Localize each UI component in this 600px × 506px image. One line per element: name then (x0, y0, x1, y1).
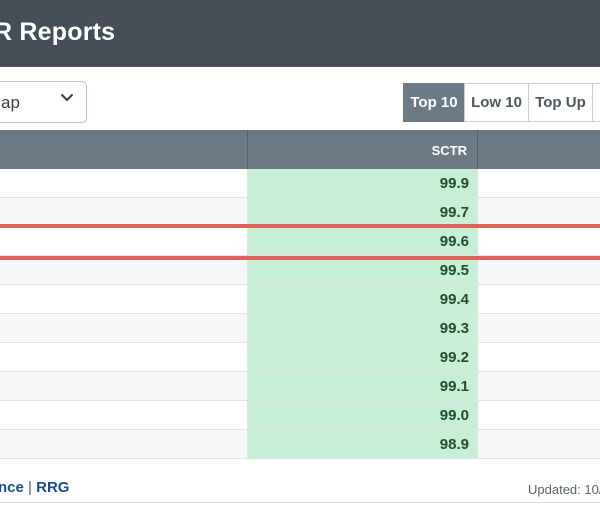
column-header-sctr[interactable]: SCTR (248, 130, 477, 169)
tab-more[interactable] (592, 83, 600, 122)
sctr-value: 99.6 (439, 233, 469, 250)
tab-top-up[interactable]: Top Up (528, 83, 593, 122)
sctr-value: 99.5 (439, 262, 469, 279)
sctr-value: 98.9 (439, 436, 469, 453)
table-row[interactable]: 99.9 (0, 169, 600, 198)
group-select-value: ap (1, 93, 20, 112)
sctr-value: 99.7 (439, 204, 469, 221)
column-divider (477, 169, 478, 458)
page-title: R Reports (0, 18, 116, 46)
table-row[interactable]: 99.2 (0, 343, 600, 372)
table-row[interactable]: 99.3 (0, 314, 600, 343)
tab-top-10[interactable]: Top 10 (403, 83, 465, 122)
app-header: R Reports (0, 0, 600, 67)
group-select[interactable]: ap (0, 81, 87, 123)
sctr-value: 99.0 (439, 407, 469, 424)
table-row-highlighted[interactable]: 99.6 (0, 227, 600, 256)
rrg-link[interactable]: RRG (36, 479, 69, 496)
tab-low-10[interactable]: Low 10 (464, 83, 529, 122)
table-row[interactable]: 99.4 (0, 285, 600, 314)
table-row[interactable]: 98.9 (0, 430, 600, 459)
footer-link-separator: | (28, 479, 32, 496)
footer-link[interactable]: nce (0, 479, 24, 496)
updated-timestamp: Updated: 10/ (528, 482, 600, 497)
highlight-line-bottom (0, 256, 600, 260)
sctr-value: 99.2 (439, 349, 469, 366)
column-divider (477, 130, 478, 169)
highlight-line-top (0, 224, 600, 228)
sctr-value: 99.3 (439, 320, 469, 337)
sctr-value: 99.1 (439, 378, 469, 395)
sctr-value: 99.9 (439, 175, 469, 192)
chevron-down-icon (61, 94, 73, 101)
table-row[interactable]: 99.7 (0, 198, 600, 227)
table-row[interactable]: 99.0 (0, 401, 600, 430)
table-row[interactable]: 99.5 (0, 256, 600, 285)
sctr-value: 99.4 (439, 291, 469, 308)
footer-divider (0, 502, 600, 503)
footer-links: nce | RRG (0, 479, 69, 496)
column-divider (247, 169, 248, 458)
table-row[interactable]: 99.1 (0, 372, 600, 401)
